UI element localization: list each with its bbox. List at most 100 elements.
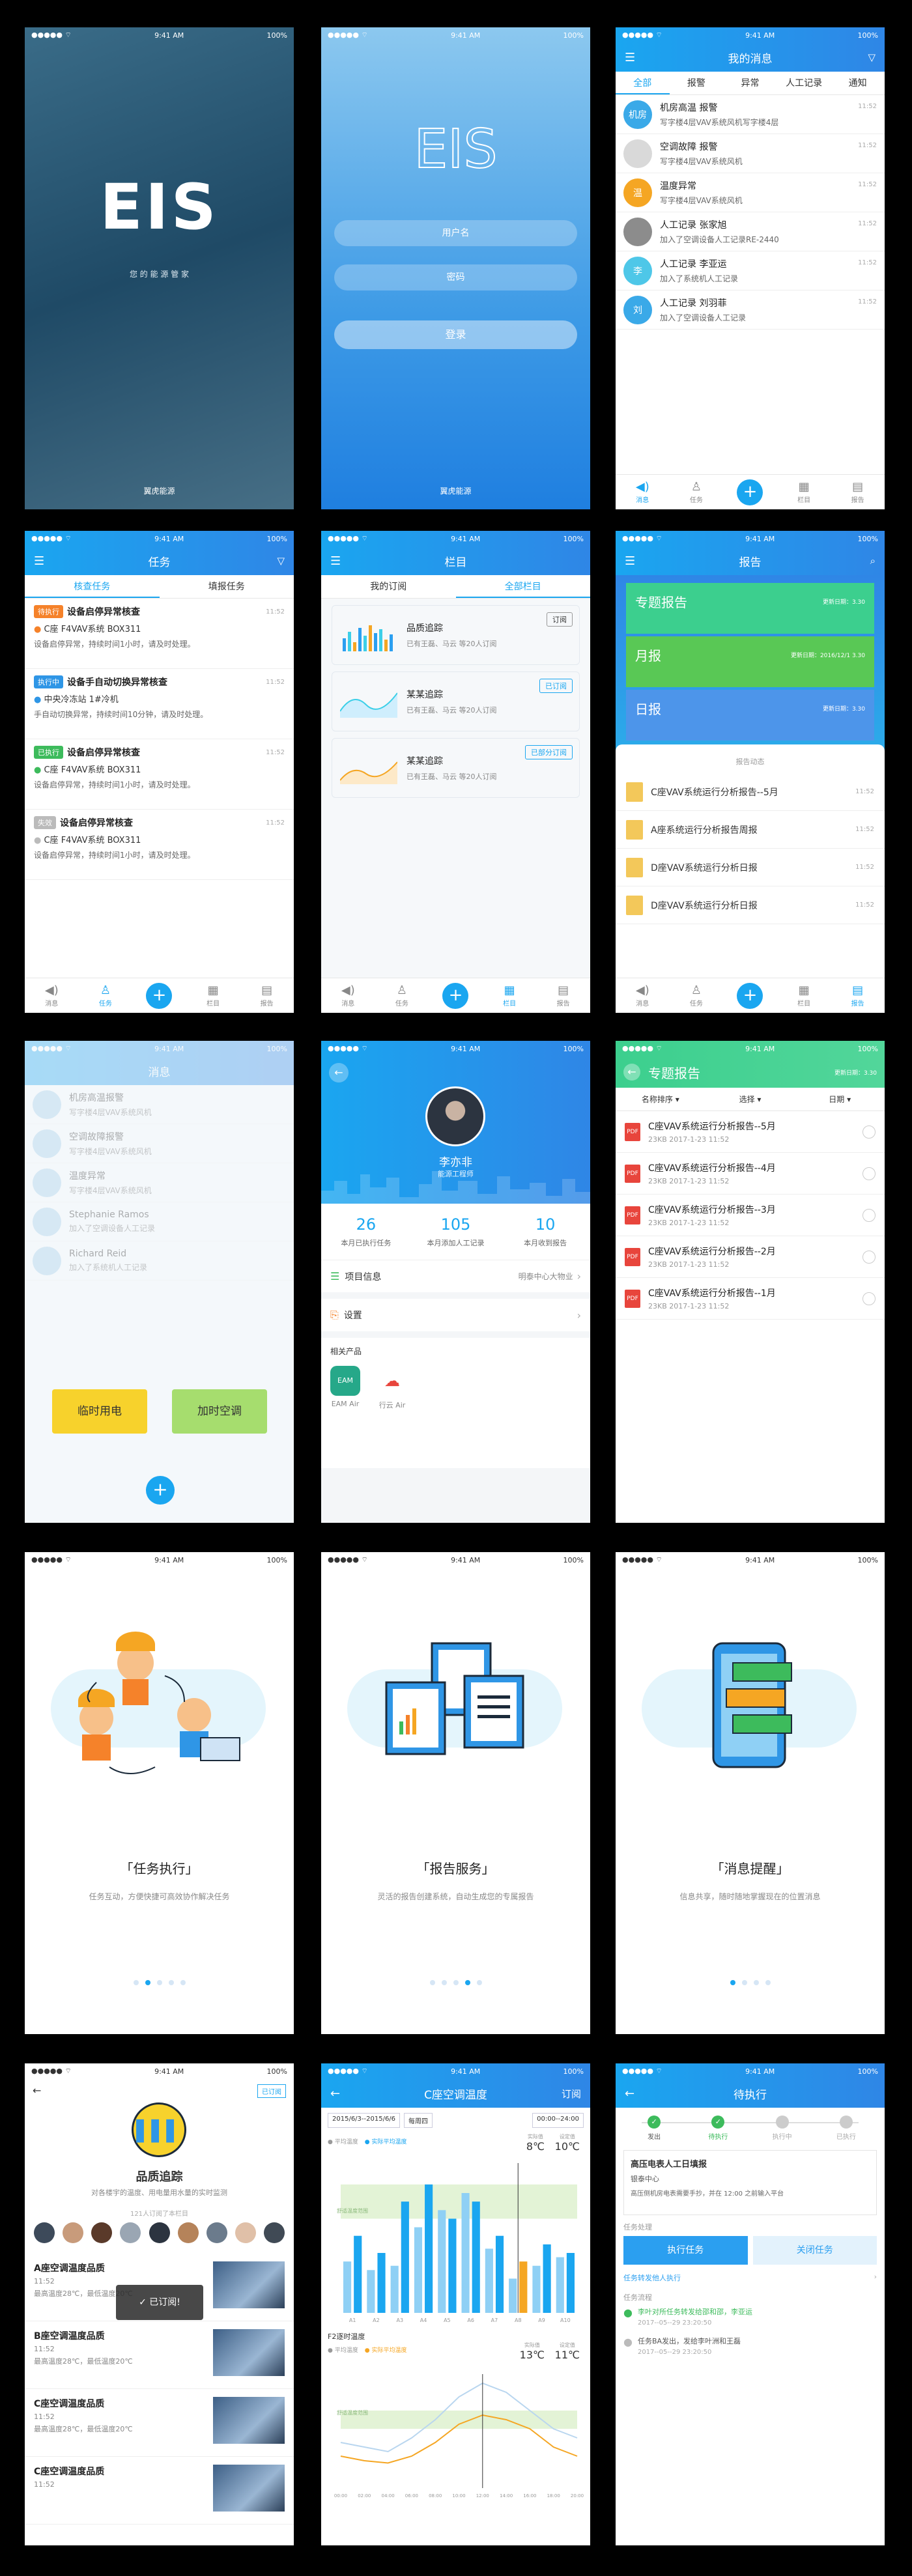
message-item[interactable]: 刘 人工记录 刘羽菲 加入了空调设备人工记录 11:52 bbox=[616, 290, 885, 330]
avatar bbox=[425, 1086, 485, 1146]
tab-manual[interactable]: 人工记录 bbox=[777, 72, 831, 94]
message-item[interactable]: 李 人工记录 李亚运 加入了系统机人工记录 11:52 bbox=[616, 251, 885, 290]
report-item[interactable]: D座VAV系统运行分析日报 11:52 bbox=[616, 886, 885, 924]
date-range-picker[interactable]: 2015/6/3--2015/6/6 bbox=[328, 2113, 401, 2128]
project-row[interactable]: ☰ 项目信息 明泰中心大物业 › bbox=[321, 1260, 590, 1292]
back-button[interactable]: ← bbox=[623, 1064, 640, 1081]
select-radio[interactable] bbox=[862, 1167, 876, 1180]
report-item[interactable]: A座系统运行分析报告周报 11:52 bbox=[616, 811, 885, 849]
band-monthly[interactable]: 月报 更新日期：2016/12/1 3.30 bbox=[626, 636, 874, 687]
tab-alarm[interactable]: 报警 bbox=[670, 72, 724, 94]
report-item[interactable]: PDF C座VAV系统运行分析报告--2月 23KB 2017-1-23 11:52 bbox=[616, 1236, 885, 1278]
report-item[interactable]: PDF C座VAV系统运行分析报告--1月 23KB 2017-1-23 11:52 bbox=[616, 1278, 885, 1320]
menu-icon[interactable]: ☰ bbox=[330, 554, 341, 568]
tab-my-subscriptions[interactable]: 我的订阅 bbox=[321, 575, 456, 598]
tabbar-add[interactable]: + bbox=[723, 479, 777, 505]
tabbar-columns[interactable]: ▦ 栏目 bbox=[777, 480, 831, 504]
sort-by-date[interactable]: 日期 ▾ bbox=[795, 1088, 885, 1111]
tabbar-tasks[interactable]: ♙ 任务 bbox=[79, 984, 133, 1008]
report-item[interactable]: C座VAV系统运行分析报告--5月 11:52 bbox=[616, 773, 885, 811]
app-eam[interactable]: EAM EAM Air bbox=[330, 1366, 360, 1410]
sort-select[interactable]: 选择 ▾ bbox=[705, 1088, 795, 1111]
subscribed-badge[interactable]: 已订阅 bbox=[257, 2084, 286, 2098]
message-item[interactable]: 人工记录 张家旭 加入了空调设备人工记录RE-2440 11:52 bbox=[616, 212, 885, 251]
quality-item[interactable]: C座空调温度品质 11:52 最高温度28℃，最低温度20℃ bbox=[25, 2389, 294, 2457]
tab-all[interactable]: 全部 bbox=[616, 72, 670, 94]
tabbar-reports[interactable]: ▤ 报告 bbox=[240, 984, 294, 1008]
menu-icon[interactable]: ☰ bbox=[625, 51, 635, 64]
app-cloud[interactable]: ☁ 行云 Air bbox=[377, 1366, 407, 1410]
tab-notice[interactable]: 通知 bbox=[831, 72, 885, 94]
tabbar-add[interactable]: + bbox=[429, 982, 483, 1009]
message-item[interactable]: 机房 机房高温 报警 写字楼4层VAV系统风机写字楼4层 11:52 bbox=[616, 95, 885, 134]
band-daily[interactable]: 日报 更新日期：3.30 bbox=[626, 690, 874, 741]
message-item[interactable]: 空调故障 报警 写字楼4层VAV系统风机 11:52 bbox=[616, 134, 885, 173]
subscribe-button[interactable]: 已订阅 bbox=[539, 679, 573, 693]
section-title: 任务流程 bbox=[623, 2293, 652, 2302]
tabbar-messages[interactable]: ◀) 消息 bbox=[616, 984, 670, 1008]
menu-icon[interactable]: ☰ bbox=[625, 554, 635, 568]
column-card[interactable]: 某某追踪 已有王磊、马云 等20人订阅 已部分订阅 bbox=[332, 738, 580, 798]
tabbar-reports[interactable]: ▤ 报告 bbox=[831, 984, 885, 1008]
report-item[interactable]: D座VAV系统运行分析日报 11:52 bbox=[616, 849, 885, 886]
password-input[interactable]: 密码 bbox=[334, 264, 577, 290]
tabbar-add[interactable]: + bbox=[723, 982, 777, 1009]
tabbar-columns[interactable]: ▦ 栏目 bbox=[483, 984, 537, 1008]
tab-abnormal[interactable]: 异常 bbox=[723, 72, 777, 94]
subscribe-link[interactable]: 订阅 bbox=[562, 2087, 581, 2101]
task-item[interactable]: 待执行 设备启停异常核查 11:52 ● C座 F4VAV系统 BOX311 设备启… bbox=[25, 599, 294, 669]
tabbar-reports[interactable]: ▤ 报告 bbox=[831, 480, 885, 504]
back-button[interactable]: ← bbox=[330, 2087, 340, 2101]
report-item[interactable]: PDF C座VAV系统运行分析报告--3月 23KB 2017-1-23 11:52 bbox=[616, 1195, 885, 1236]
tabbar-tasks[interactable]: ♙ 任务 bbox=[670, 984, 724, 1008]
subscribe-button[interactable]: 订阅 bbox=[547, 612, 573, 627]
task-item[interactable]: 执行中 设备手自动切换异常核查 11:52 ● 中央冷冻站 1#冷机 手自动切换异常… bbox=[25, 669, 294, 739]
tabbar-messages[interactable]: ◀) 消息 bbox=[25, 984, 79, 1008]
tab-all-columns[interactable]: 全部栏目 bbox=[455, 575, 590, 598]
report-item[interactable]: PDF C座VAV系统运行分析报告--4月 23KB 2017-1-23 11:52 bbox=[616, 1153, 885, 1195]
task-item[interactable]: 已执行 设备启停异常核查 11:52 ● C座 F4VAV系统 BOX311 设备启… bbox=[25, 739, 294, 810]
tabbar-add[interactable]: + bbox=[132, 982, 186, 1009]
back-button[interactable]: ← bbox=[329, 1063, 349, 1083]
forward-task-link[interactable]: 任务转发他人执行 › bbox=[623, 2272, 877, 2283]
filter-icon[interactable]: ▽ bbox=[868, 51, 876, 63]
hour-range-picker[interactable]: 00:00--24:00 bbox=[532, 2113, 584, 2128]
select-radio[interactable] bbox=[862, 1250, 876, 1264]
weekday-select[interactable]: 每周四 bbox=[404, 2113, 433, 2128]
column-card[interactable]: 某某追踪 已有王磊、马云 等20人订阅 已订阅 bbox=[332, 672, 580, 731]
back-button[interactable]: ← bbox=[33, 2084, 41, 2097]
temp-power-button[interactable]: 临时用电 bbox=[52, 1389, 147, 1434]
close-task-button[interactable]: 关闭任务 bbox=[752, 2236, 877, 2265]
login-button[interactable]: 登录 bbox=[334, 320, 577, 349]
tabbar-tasks[interactable]: ♙ 任务 bbox=[670, 480, 724, 504]
tabbar-columns[interactable]: ▦ 栏目 bbox=[186, 984, 240, 1008]
menu-icon[interactable]: ☰ bbox=[34, 554, 44, 568]
select-radio[interactable] bbox=[862, 1125, 876, 1139]
subscribe-button[interactable]: 已部分订阅 bbox=[525, 745, 573, 759]
quality-item[interactable]: B座空调温度品质 11:52 最高温度28℃，最低温度20℃ bbox=[25, 2321, 294, 2389]
tabbar-messages[interactable]: ◀) 消息 bbox=[616, 480, 670, 504]
settings-row[interactable]: ⎘ 设置 › bbox=[321, 1299, 590, 1331]
tabbar-columns[interactable]: ▦ 栏目 bbox=[777, 984, 831, 1008]
tabbar-tasks[interactable]: ♙ 任务 bbox=[375, 984, 429, 1008]
message-item[interactable]: 温 温度异常 写字楼4层VAV系统风机 11:52 bbox=[616, 173, 885, 212]
tab-check[interactable]: 核查任务 bbox=[25, 575, 160, 598]
select-radio[interactable] bbox=[862, 1208, 876, 1222]
back-button[interactable]: ← bbox=[625, 2087, 634, 2101]
tabbar-messages[interactable]: ◀) 消息 bbox=[321, 984, 375, 1008]
sort-by-name[interactable]: 名称排序 ▾ bbox=[616, 1088, 705, 1111]
filter-icon[interactable]: ▽ bbox=[277, 555, 285, 567]
execute-task-button[interactable]: 执行任务 bbox=[623, 2236, 748, 2265]
task-item[interactable]: 失效 设备启停异常核查 11:52 ● C座 F4VAV系统 BOX311 设备启停… bbox=[25, 810, 294, 880]
tab-fill[interactable]: 填报任务 bbox=[160, 575, 294, 598]
report-item[interactable]: PDF C座VAV系统运行分析报告--5月 23KB 2017-1-23 11:52 bbox=[616, 1111, 885, 1153]
overtime-ac-button[interactable]: 加时空调 bbox=[172, 1389, 267, 1434]
tabbar-reports[interactable]: ▤ 报告 bbox=[536, 984, 590, 1008]
quality-item[interactable]: C座空调温度品质 11:52 bbox=[25, 2457, 294, 2525]
select-radio[interactable] bbox=[862, 1292, 876, 1305]
search-icon[interactable]: ⌕ bbox=[870, 555, 876, 567]
column-card[interactable]: 品质追踪 已有王磊、马云 等20人订阅 订阅 bbox=[332, 605, 580, 665]
username-input[interactable]: 用户名 bbox=[334, 220, 577, 246]
add-button[interactable]: + bbox=[146, 1476, 175, 1505]
band-special[interactable]: 专题报告 更新日期：3.30 bbox=[626, 583, 874, 634]
